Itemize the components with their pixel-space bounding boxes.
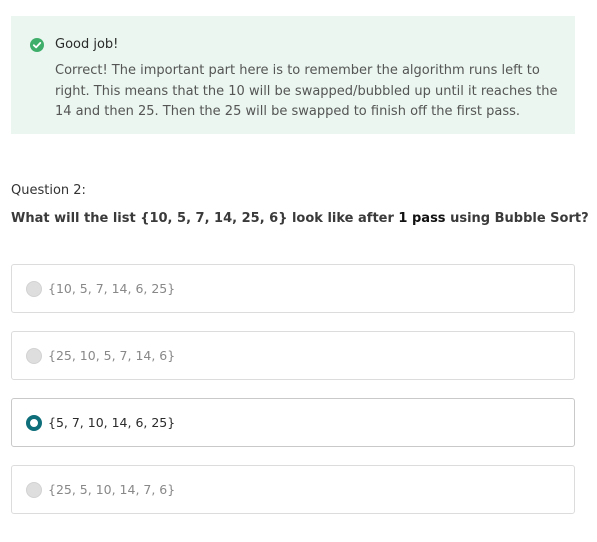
answer-option-label: {25, 5, 10, 14, 7, 6} [48,482,176,497]
answer-option-label: {25, 10, 5, 7, 14, 6} [48,348,176,363]
answer-option-1[interactable]: {10, 5, 7, 14, 6, 25} [11,264,575,313]
answer-option-3[interactable]: {5, 7, 10, 14, 6, 25} [11,398,575,447]
radio-button[interactable] [26,482,42,498]
feedback-explanation: Correct! The important part here is to r… [55,63,558,119]
feedback-banner: Good job! Correct! The important part he… [11,16,575,134]
radio-button[interactable] [26,348,42,364]
answer-option-label: {5, 7, 10, 14, 6, 25} [48,415,176,430]
question-prompt: What will the list {10, 5, 7, 14, 25, 6}… [11,211,589,226]
feedback-title: Good job! [55,37,119,52]
answer-option-label: {10, 5, 7, 14, 6, 25} [48,281,176,296]
question-prompt-text-end: using Bubble Sort? [445,211,589,226]
question-number: Question 2: [11,183,86,198]
answer-option-4[interactable]: {25, 5, 10, 14, 7, 6} [11,465,575,514]
check-circle-icon [30,38,44,52]
answer-option-2[interactable]: {25, 10, 5, 7, 14, 6} [11,331,575,380]
radio-button[interactable] [26,281,42,297]
question-prompt-emphasis: 1 pass [398,211,446,226]
question-prompt-text: What will the list {10, 5, 7, 14, 25, 6}… [11,211,399,226]
radio-button-selected[interactable] [26,415,42,431]
